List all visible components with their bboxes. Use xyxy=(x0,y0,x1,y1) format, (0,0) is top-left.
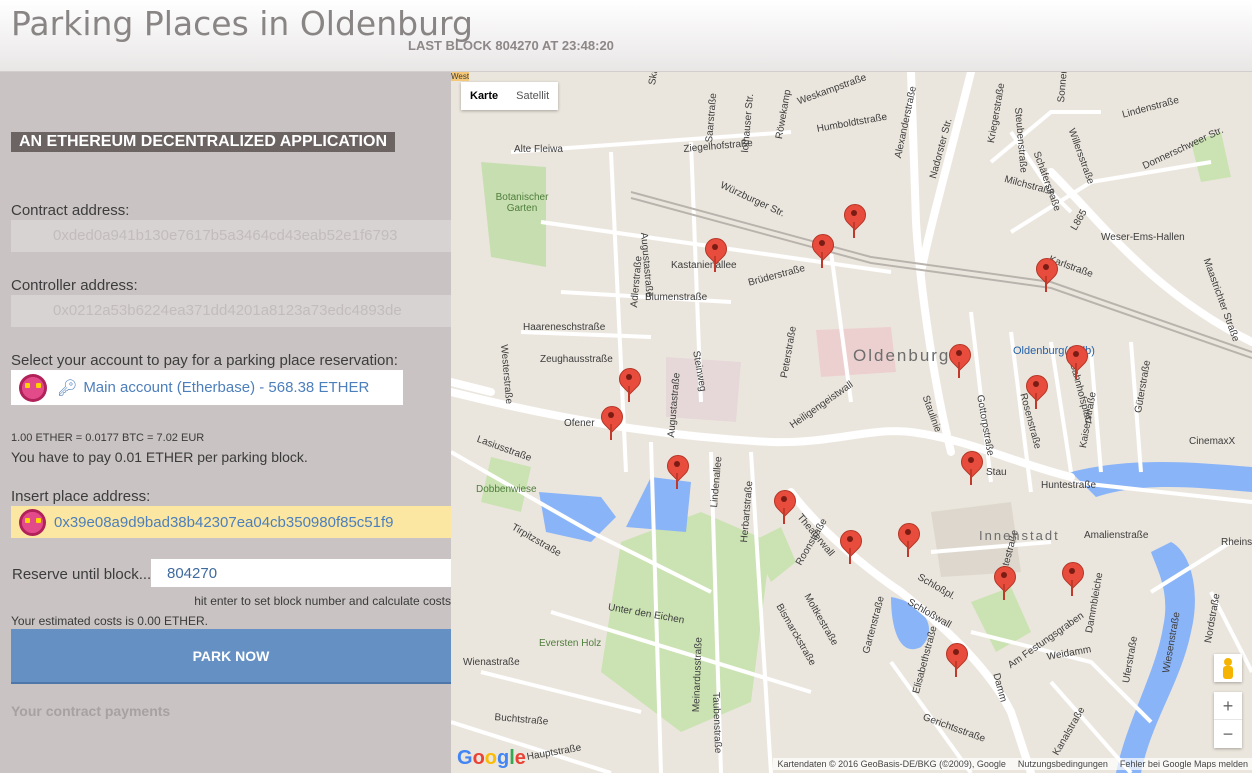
parking-pin[interactable] xyxy=(601,406,621,440)
key-icon: 🔑︎ xyxy=(57,379,78,397)
account-select[interactable]: 🔑︎ Main account (Etherbase) - 568.38 ETH… xyxy=(11,370,403,405)
street-label: Zeughausstraße xyxy=(540,354,613,365)
controller-address-field[interactable]: 0x0212a53b6224ea371dd4201a8123a73edc4893… xyxy=(11,295,451,327)
street-label: Amalienstraße xyxy=(1084,530,1149,541)
google-logo: Google xyxy=(457,747,526,769)
app-header: Parking Places in Oldenburg LAST BLOCK 8… xyxy=(0,0,1252,72)
parking-pin[interactable] xyxy=(1062,562,1082,596)
place-address-label: Insert place address: xyxy=(11,488,151,505)
parking-pin[interactable] xyxy=(667,455,687,489)
street-label: Wienastraße xyxy=(463,657,520,668)
reserve-until-label: Reserve until block.... xyxy=(12,566,156,583)
parking-pin[interactable] xyxy=(812,234,832,268)
contract-payments-header: Your contract payments xyxy=(11,703,171,719)
parking-pin[interactable] xyxy=(961,451,981,485)
app-banner: AN ETHEREUM DECENTRALIZED APPLICATION xyxy=(11,132,395,152)
exchange-rate: 1.00 ETHER = 0.0177 BTC = 7.02 EUR xyxy=(11,432,205,444)
map-attribution: Kartendaten © 2016 GeoBasis-DE/BKG (©200… xyxy=(773,758,1252,770)
reserve-hint: hit enter to set block number and calcul… xyxy=(194,594,451,608)
street-label: Blumenstraße xyxy=(645,292,708,303)
parking-pin[interactable] xyxy=(774,490,794,524)
street-view-pegman-icon[interactable] xyxy=(1214,654,1242,682)
map-type-satellit[interactable]: Satellit xyxy=(507,82,558,110)
city-label: Oldenburg xyxy=(853,346,951,365)
contract-address-label: Contract address: xyxy=(11,202,130,219)
contract-address-field[interactable]: 0xded0a941b130e7617b5a3464cd43eab52e1f67… xyxy=(11,220,451,252)
place-avatar-icon xyxy=(19,508,46,536)
controller-address-label: Controller address: xyxy=(11,277,138,294)
pay-per-block-text: You have to pay 0.01 ETHER per parking b… xyxy=(11,449,308,465)
account-option-label: Main account (Etherbase) - 568.38 ETHER xyxy=(83,379,370,396)
page-title: Parking Places in Oldenburg xyxy=(11,4,473,43)
district-label: Innenstadt xyxy=(979,528,1060,543)
street-label: Kastanienallee xyxy=(671,260,737,271)
parking-pin[interactable] xyxy=(946,643,966,677)
control-panel: AN ETHEREUM DECENTRALIZED APPLICATION Co… xyxy=(0,72,451,773)
last-block-status: LAST BLOCK 804270 AT 23:48:20 xyxy=(408,38,614,53)
map-type-karte[interactable]: Karte xyxy=(461,82,507,110)
parking-pin[interactable] xyxy=(898,523,918,557)
street-label: Stau xyxy=(986,467,1007,478)
street-label: Alte Fleiwa xyxy=(514,144,563,155)
zoom-control: + − xyxy=(1214,692,1242,748)
street-label: Ofener xyxy=(564,418,595,429)
street-label: Huntestraße xyxy=(1041,480,1097,491)
parking-pin[interactable] xyxy=(1036,258,1056,292)
terms-link[interactable]: Nutzungsbedingungen xyxy=(1018,759,1108,769)
street-label: Taubenstraße xyxy=(710,692,724,754)
place-address-value: 0x39e08a9d9bad38b42307ea04cb350980f85c51… xyxy=(54,513,394,531)
park-label: Dobbenwiese xyxy=(476,484,537,495)
poi-label: Weser-Ems-Hallen xyxy=(1101,232,1185,243)
attribution-text: Kartendaten © 2016 GeoBasis-DE/BKG (©200… xyxy=(777,759,1006,769)
parking-pin[interactable] xyxy=(840,530,860,564)
account-avatar-icon xyxy=(19,373,47,402)
street-label: Haareneschstraße xyxy=(523,322,606,333)
select-account-label: Select your account to pay for a parking… xyxy=(11,352,398,369)
street-label: West xyxy=(451,72,470,81)
zoom-in-button[interactable]: + xyxy=(1214,692,1242,720)
parking-pin[interactable] xyxy=(705,238,725,272)
reserve-block-input[interactable] xyxy=(151,559,451,587)
estimated-cost: Your estimated costs is 0.00 ETHER. xyxy=(11,614,208,628)
parking-pin[interactable] xyxy=(619,368,639,402)
place-address-field[interactable]: 0x39e08a9d9bad38b42307ea04cb350980f85c51… xyxy=(11,506,451,538)
parking-pin[interactable] xyxy=(844,204,864,238)
street-label: Rheins xyxy=(1221,537,1252,548)
park-label: Eversten Holz xyxy=(539,638,602,649)
report-error-link[interactable]: Fehler bei Google Maps melden xyxy=(1120,759,1248,769)
parking-pin[interactable] xyxy=(1026,375,1046,409)
park-now-button[interactable]: PARK NOW xyxy=(11,629,451,684)
map-type-control: Karte Satellit xyxy=(461,82,559,110)
map-view[interactable]: Karte Satellit West Skagerrak Saarstraße… xyxy=(451,72,1252,773)
parking-pin[interactable] xyxy=(994,566,1014,600)
parking-pin[interactable] xyxy=(1066,345,1086,379)
zoom-out-button[interactable]: − xyxy=(1214,720,1242,748)
park-label: Botanischer Garten xyxy=(495,192,549,214)
parking-pin[interactable] xyxy=(949,344,969,378)
poi-label: CinemaxX xyxy=(1189,436,1236,447)
